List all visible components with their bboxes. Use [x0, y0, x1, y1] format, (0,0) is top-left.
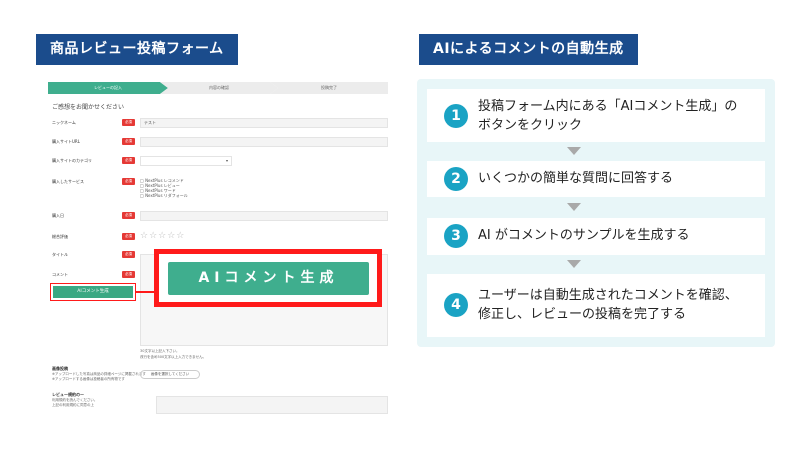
step-text: 修正し、レビューの投稿を完了する	[478, 307, 687, 322]
form-section-title: 商品レビュー投稿フォーム	[36, 34, 238, 65]
agreement-note: 上記の利用規約に同意の上	[52, 403, 94, 407]
ai-button-callout: AIコメント生成	[154, 249, 382, 307]
nickname-label: ニックネーム	[52, 120, 76, 125]
chevron-down-icon: ▾	[225, 158, 228, 163]
step-number-badge: 3	[444, 224, 468, 248]
image-upload-note: ※アップロードする画像は投稿者の所有物です	[52, 377, 125, 381]
ai-comment-button[interactable]: AIコメント生成	[50, 283, 136, 301]
site-category-select[interactable]: ▾	[140, 156, 232, 166]
purchase-date-input[interactable]	[140, 211, 388, 221]
step-confirm: 内容の確認	[160, 82, 278, 94]
step-number-badge: 2	[444, 167, 468, 191]
step-text: AI がコメントのサンプルを生成する	[478, 228, 690, 243]
site-url-label: 購入サイトURL	[52, 139, 80, 144]
service-option[interactable]: □ NextPlus リダフォール	[140, 193, 188, 198]
comment-note: 改行を含め500文字以上入力できません。	[140, 355, 207, 359]
service-label: 購入したサービス	[52, 179, 84, 184]
down-arrow-icon	[567, 203, 581, 211]
step-card-4: 4 ユーザーは自動生成されたコメントを確認、 修正し、レビューの投稿を完了する	[427, 274, 765, 337]
step-write-review: レビューの記入	[48, 82, 168, 94]
select-image-button[interactable]: 画像を選択してください	[140, 370, 200, 379]
required-badge: 必須	[122, 138, 135, 145]
required-badge: 必須	[122, 251, 135, 258]
form-heading: ご感想をお聞かせください	[52, 104, 125, 111]
step-text: いくつかの簡単な質問に回答する	[478, 171, 674, 186]
step-text: ボタンをクリック	[478, 118, 583, 133]
step-text: 投稿フォーム内にある「AIコメント生成」の	[478, 99, 738, 114]
required-badge: 必須	[122, 233, 135, 240]
service-options: □ NextPlus レコメンド □ NextPlus レビュー □ NextP…	[140, 178, 188, 198]
step-number-badge: 4	[444, 293, 468, 317]
down-arrow-icon	[567, 147, 581, 155]
required-badge: 必須	[122, 178, 135, 185]
steps-section-title: AIによるコメントの自動生成	[419, 34, 638, 65]
step-number-badge: 1	[444, 104, 468, 128]
star-rating[interactable]: ☆☆☆☆☆	[140, 231, 185, 241]
step-text: ユーザーは自動生成されたコメントを確認、	[478, 288, 738, 303]
agreement-box	[156, 396, 388, 414]
comment-note: 30文字以上記入下さい。	[140, 349, 180, 353]
review-form-screenshot: レビューの記入 内容の確認 投稿完了 ご感想をお聞かせください ニックネーム 必…	[36, 76, 392, 416]
ai-comment-button-zoomed[interactable]: AIコメント生成	[168, 262, 369, 295]
down-arrow-icon	[567, 260, 581, 268]
required-badge: 必須	[122, 271, 135, 278]
rating-label: 総合評価	[52, 234, 68, 239]
step-card-1: 1 投稿フォーム内にある「AIコメント生成」の ボタンをクリック	[427, 89, 765, 142]
step-card-2: 2 いくつかの簡単な質問に回答する	[427, 161, 765, 197]
step-complete: 投稿完了	[270, 82, 388, 94]
required-badge: 必須	[122, 212, 135, 219]
step-card-3: 3 AI がコメントのサンプルを生成する	[427, 218, 765, 255]
site-url-input[interactable]	[140, 137, 388, 147]
required-badge: 必須	[122, 157, 135, 164]
callout-connector	[136, 291, 156, 293]
title-label: タイトル	[52, 252, 68, 257]
purchase-date-label: 購入日	[52, 213, 64, 218]
ai-steps-panel: 1 投稿フォーム内にある「AIコメント生成」の ボタンをクリック 2 いくつかの…	[417, 79, 775, 347]
comment-label: コメント	[52, 272, 68, 277]
nickname-input[interactable]: テスト	[140, 118, 388, 128]
progress-steps: レビューの記入 内容の確認 投稿完了	[48, 82, 388, 94]
required-badge: 必須	[122, 119, 135, 126]
site-category-label: 購入サイトのカテゴリ	[52, 158, 92, 163]
